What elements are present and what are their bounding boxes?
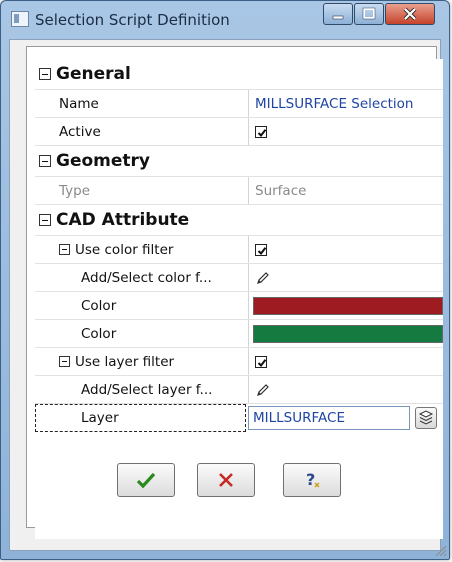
property-label: Color — [81, 325, 117, 342]
window-title: Selection Script Definition — [35, 11, 230, 29]
help-icon: ? — [306, 470, 320, 489]
window-icon — [11, 11, 29, 27]
type-value: Surface — [248, 177, 443, 204]
property-label: Active — [59, 123, 101, 140]
category-general[interactable]: General — [35, 59, 443, 90]
property-label: Use layer filter — [75, 353, 175, 370]
minimize-button[interactable] — [323, 3, 353, 25]
collapse-icon[interactable] — [39, 214, 51, 226]
property-label: Type — [59, 182, 91, 199]
category-label: Geometry — [56, 151, 150, 171]
use-layer-filter-checkbox[interactable] — [255, 355, 267, 368]
category-label: CAD Attribute — [56, 210, 190, 230]
cancel-button[interactable] — [197, 463, 255, 497]
collapse-icon[interactable] — [39, 68, 51, 80]
property-row-color[interactable]: Color — [35, 292, 443, 320]
property-row-layer[interactable]: Layer MILLSURFACE — [35, 404, 443, 432]
property-row-type[interactable]: Type Surface — [35, 177, 443, 205]
property-row-add-color[interactable]: Add/Select color f... — [35, 264, 443, 292]
category-label: General — [56, 64, 131, 84]
property-row-active[interactable]: Active — [35, 118, 443, 146]
active-checkbox[interactable] — [255, 125, 267, 138]
property-label: Add/Select layer f... — [81, 381, 213, 398]
property-row-add-layer[interactable]: Add/Select layer f... — [35, 376, 443, 404]
property-row-color[interactable]: Color — [35, 320, 443, 348]
maximize-button[interactable] — [354, 3, 384, 25]
title-bar[interactable]: Selection Script Definition — [1, 1, 449, 39]
pencil-icon[interactable] — [255, 270, 271, 286]
collapse-icon[interactable] — [59, 244, 70, 255]
resize-grip-icon[interactable] — [433, 543, 447, 557]
help-button[interactable]: ? — [283, 463, 341, 497]
cross-icon — [219, 473, 233, 487]
check-icon — [136, 472, 156, 489]
focus-rectangle — [35, 404, 246, 432]
layer-picker-button[interactable] — [415, 407, 437, 429]
property-label: Color — [81, 297, 117, 314]
category-cad-attribute[interactable]: CAD Attribute — [35, 205, 443, 236]
property-label: Layer — [81, 410, 119, 426]
svg-text:?: ? — [306, 470, 315, 489]
collapse-icon[interactable] — [59, 356, 70, 367]
ok-button[interactable] — [117, 463, 175, 497]
layers-icon — [418, 410, 434, 425]
category-geometry[interactable]: Geometry — [35, 146, 443, 177]
property-label: Add/Select color f... — [81, 269, 212, 286]
color-swatch[interactable] — [253, 296, 443, 315]
property-row-use-layer-filter[interactable]: Use layer filter — [35, 348, 443, 376]
pencil-icon[interactable] — [255, 382, 271, 398]
color-swatch[interactable] — [253, 324, 443, 343]
use-color-filter-checkbox[interactable] — [255, 243, 267, 256]
layer-input[interactable]: MILLSURFACE — [248, 406, 410, 430]
property-row-name[interactable]: Name MILLSURFACE Selection — [35, 90, 443, 118]
property-label: Use color filter — [75, 241, 174, 258]
dialog-window: Selection Script Definition General Name… — [0, 0, 450, 560]
property-label: Name — [59, 95, 99, 112]
collapse-icon[interactable] — [39, 155, 51, 167]
name-value[interactable]: MILLSURFACE Selection — [248, 90, 443, 117]
close-button[interactable] — [385, 3, 435, 25]
property-row-use-color-filter[interactable]: Use color filter — [35, 236, 443, 264]
